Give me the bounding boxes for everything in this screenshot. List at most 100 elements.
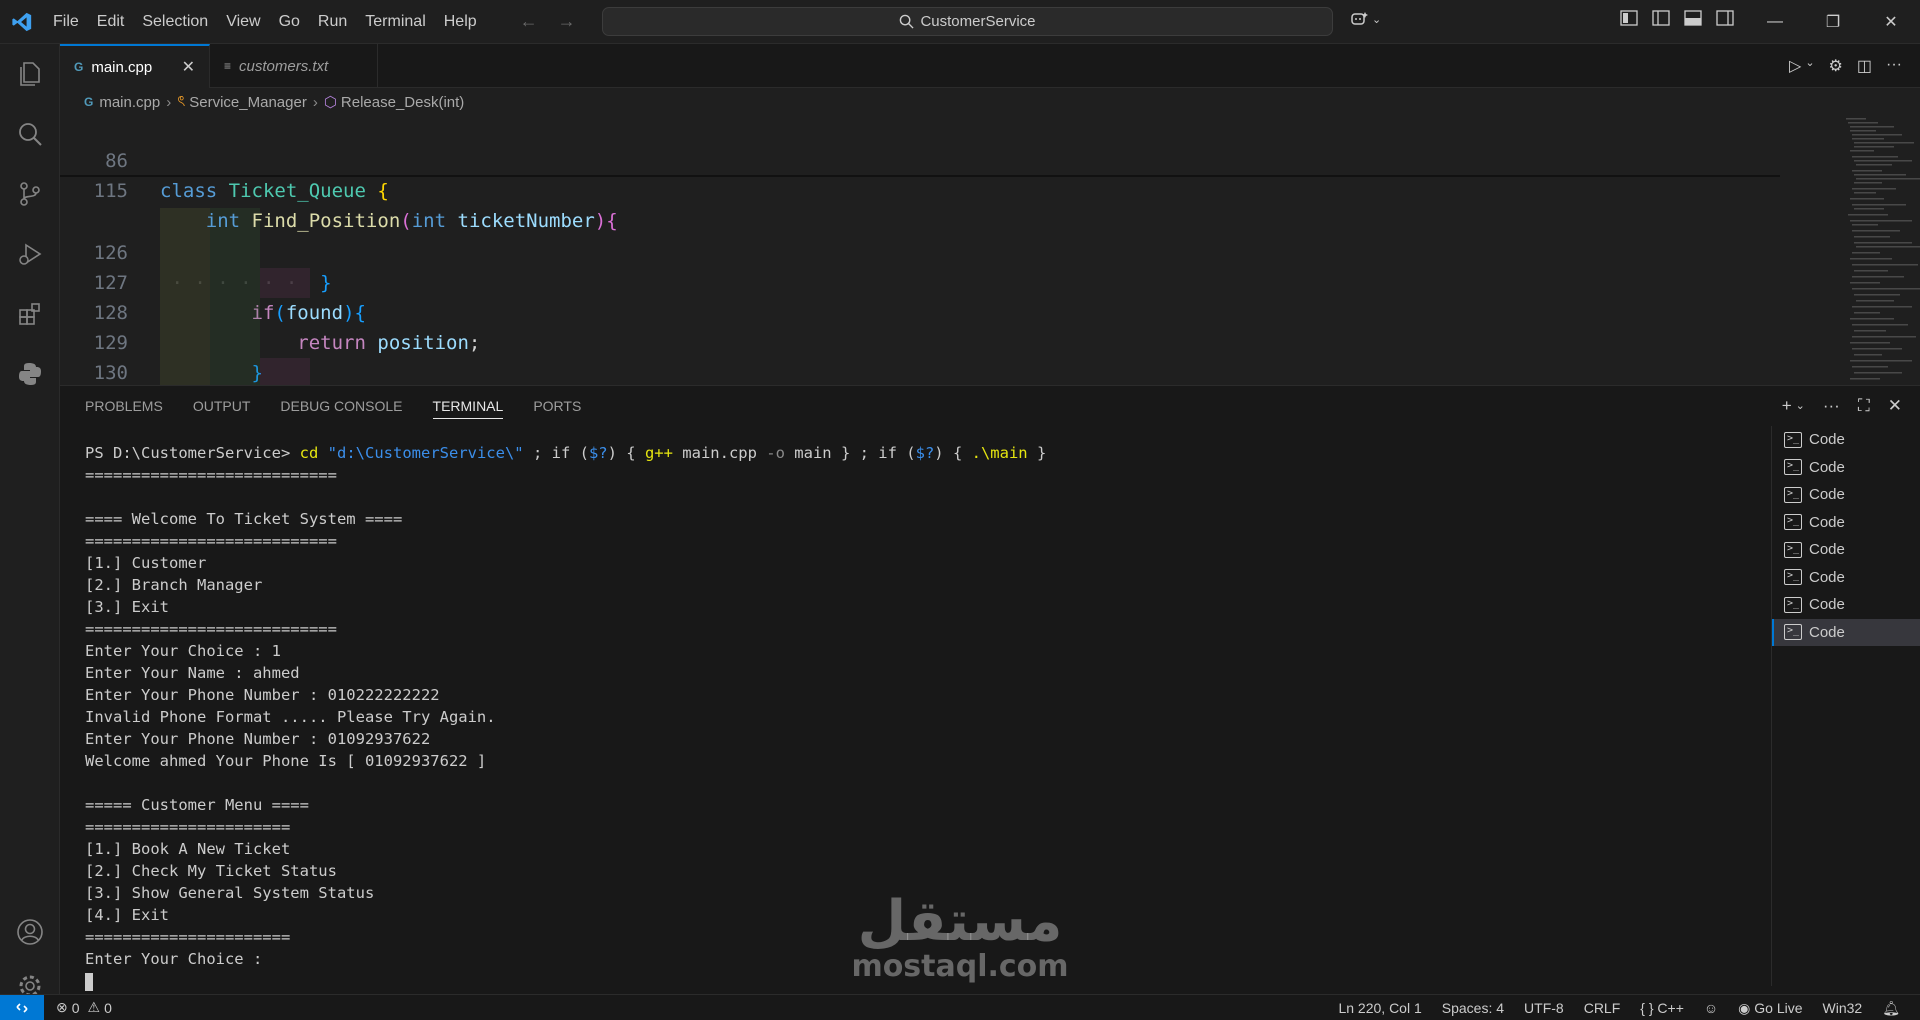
line-number: 115 bbox=[93, 180, 128, 202]
encoding[interactable]: UTF-8 bbox=[1524, 1000, 1564, 1016]
terminal-instance[interactable]: >_ Code bbox=[1772, 426, 1920, 454]
terminal-instance-label: Code bbox=[1809, 513, 1845, 531]
breadcrumb-method[interactable]: Release_Desk(int) bbox=[341, 94, 464, 111]
terminal-instance-label: Code bbox=[1809, 541, 1845, 559]
menu-file[interactable]: File bbox=[44, 0, 88, 44]
menu-help[interactable]: Help bbox=[435, 0, 486, 44]
watermark: مستقل mostaql.com bbox=[845, 892, 1075, 982]
run-dropdown-icon[interactable]: ⌄ bbox=[1805, 56, 1814, 76]
code-text: class Ticket_Queue { bbox=[160, 180, 389, 202]
tab-terminal[interactable]: TERMINAL bbox=[432, 393, 504, 419]
forward-arrow-icon[interactable]: → bbox=[558, 11, 576, 32]
terminal-instance[interactable]: >_ Code bbox=[1772, 509, 1920, 537]
source-control-icon[interactable] bbox=[0, 164, 60, 224]
more-actions-icon[interactable]: ··· bbox=[1886, 56, 1902, 76]
terminal-line: Enter Your Choice : 1 bbox=[85, 642, 281, 660]
run-file-icon[interactable]: ▷ bbox=[1789, 56, 1801, 76]
tab-main-cpp[interactable]: G main.cpp ✕ bbox=[60, 44, 210, 88]
text-file-icon: ≡ bbox=[224, 59, 232, 73]
error-count: 0 bbox=[71, 999, 80, 1016]
activity-bar bbox=[0, 44, 60, 997]
sticky-scroll[interactable]: 86 class Ticket_Queue { 115 int Find_Pos… bbox=[60, 116, 1780, 232]
breadcrumb-file[interactable]: main.cpp bbox=[99, 94, 160, 111]
split-editor-icon[interactable]: ◫ bbox=[1857, 56, 1872, 76]
search-label: CustomerService bbox=[920, 13, 1036, 30]
close-window-icon[interactable]: ✕ bbox=[1862, 0, 1920, 44]
toggle-secondary-sidebar-icon[interactable] bbox=[1716, 10, 1736, 30]
code-line: 86 class Ticket_Queue { bbox=[60, 116, 389, 202]
terminal-instance-label: Code bbox=[1809, 568, 1845, 586]
status-bar: ⊗ 0 ⚠ 0 Ln 220, Col 1 Spaces: 4 UTF-8 CR… bbox=[0, 994, 1920, 1020]
language-mode[interactable]: { } C++ bbox=[1640, 1000, 1684, 1016]
extensions-icon[interactable] bbox=[0, 284, 60, 344]
tab-output[interactable]: OUTPUT bbox=[193, 398, 251, 414]
cursor-position[interactable]: Ln 220, Col 1 bbox=[1338, 1000, 1421, 1016]
terminal-instance[interactable]: >_ Code bbox=[1772, 591, 1920, 619]
code-line: 131 return 0; bbox=[60, 328, 1780, 385]
editor-actions: ▷ ⌄ ⚙ ◫ ··· bbox=[1789, 56, 1902, 76]
terminal-instance[interactable]: >_ Code bbox=[1772, 454, 1920, 482]
menu-view[interactable]: View bbox=[217, 0, 269, 44]
run-debug-icon[interactable] bbox=[0, 224, 60, 284]
more-actions-icon[interactable]: ··· bbox=[1823, 396, 1840, 416]
indentation[interactable]: Spaces: 4 bbox=[1442, 1000, 1504, 1016]
terminal-line: =========================== bbox=[85, 532, 337, 550]
toggle-panel-icon[interactable] bbox=[1684, 10, 1704, 30]
explorer-icon[interactable] bbox=[0, 44, 60, 104]
tab-debug-console[interactable]: DEBUG CONSOLE bbox=[280, 398, 402, 414]
menu-terminal[interactable]: Terminal bbox=[356, 0, 434, 44]
new-terminal-icon[interactable]: + bbox=[1782, 396, 1792, 416]
terminal-icon: >_ bbox=[1784, 541, 1802, 558]
copilot-status-icon[interactable]: ☺ bbox=[1704, 1000, 1718, 1016]
terminal-cursor bbox=[85, 972, 93, 991]
panel-actions: + ⌄ ··· ⛶ ✕ bbox=[1782, 396, 1902, 416]
accounts-icon[interactable] bbox=[0, 902, 60, 962]
remote-indicator-icon[interactable] bbox=[0, 994, 44, 1020]
line-ending[interactable]: CRLF bbox=[1584, 1000, 1621, 1016]
command-center-search[interactable]: CustomerService bbox=[602, 7, 1333, 36]
settings-gear-icon[interactable]: ⚙ bbox=[1829, 56, 1843, 76]
cmd-var: $? bbox=[588, 444, 608, 462]
notifications-bell-icon[interactable]: 🔔︎ bbox=[1882, 1000, 1900, 1017]
close-tab-icon[interactable]: ✕ bbox=[182, 57, 195, 77]
toggle-sidebar-icon[interactable] bbox=[1652, 10, 1672, 30]
minimap[interactable] bbox=[1840, 116, 1920, 385]
tab-customers-txt[interactable]: ≡ customers.txt bbox=[210, 44, 378, 88]
terminal-instance-label: Code bbox=[1809, 596, 1845, 614]
restore-icon[interactable]: ❐ bbox=[1804, 0, 1862, 44]
python-icon[interactable] bbox=[0, 344, 60, 404]
terminal-dropdown-icon[interactable]: ⌄ bbox=[1796, 399, 1805, 416]
breadcrumb-class[interactable]: Service_Manager bbox=[189, 94, 307, 111]
cmd-exe: .\main bbox=[971, 444, 1028, 462]
menu-go[interactable]: Go bbox=[270, 0, 309, 44]
cmd-flag: -o bbox=[766, 444, 785, 462]
code-editor[interactable]: 86 class Ticket_Queue { 115 int Find_Pos… bbox=[60, 116, 1920, 385]
maximize-panel-icon[interactable]: ⛶ bbox=[1858, 396, 1870, 416]
code-text: int Find_Position(int ticketNumber){ bbox=[205, 210, 618, 232]
status-right: Ln 220, Col 1 Spaces: 4 UTF-8 CRLF { } C… bbox=[1338, 995, 1900, 1020]
search-icon bbox=[900, 14, 915, 29]
terminal-instance-label: Code bbox=[1809, 486, 1845, 504]
terminal-instance[interactable]: >_ Code bbox=[1772, 481, 1920, 509]
terminal-instance[interactable]: >_ Code bbox=[1772, 564, 1920, 592]
terminal-icon: >_ bbox=[1784, 486, 1802, 503]
platform[interactable]: Win32 bbox=[1823, 1000, 1863, 1016]
copilot-button[interactable]: ⌄ bbox=[1350, 10, 1381, 28]
menu-edit[interactable]: Edit bbox=[88, 0, 134, 44]
problems-status[interactable]: ⊗ 0 ⚠ 0 bbox=[56, 999, 112, 1016]
back-arrow-icon[interactable]: ← bbox=[520, 11, 538, 32]
tab-problems[interactable]: PROBLEMS bbox=[85, 398, 163, 414]
minimize-icon[interactable]: — bbox=[1746, 0, 1804, 44]
menu-run[interactable]: Run bbox=[309, 0, 356, 44]
tab-ports[interactable]: PORTS bbox=[533, 398, 581, 414]
terminal-line: [1.] Customer bbox=[85, 554, 207, 572]
close-panel-icon[interactable]: ✕ bbox=[1888, 396, 1902, 416]
search-sidebar-icon[interactable] bbox=[0, 104, 60, 164]
customize-layout-icon[interactable] bbox=[1620, 10, 1640, 30]
terminal-instance-selected[interactable]: >_ Code bbox=[1772, 618, 1920, 646]
go-live-button[interactable]: ◉ Go Live bbox=[1738, 1000, 1802, 1017]
menu-selection[interactable]: Selection bbox=[133, 0, 217, 44]
terminal-instance[interactable]: >_ Code bbox=[1772, 536, 1920, 564]
